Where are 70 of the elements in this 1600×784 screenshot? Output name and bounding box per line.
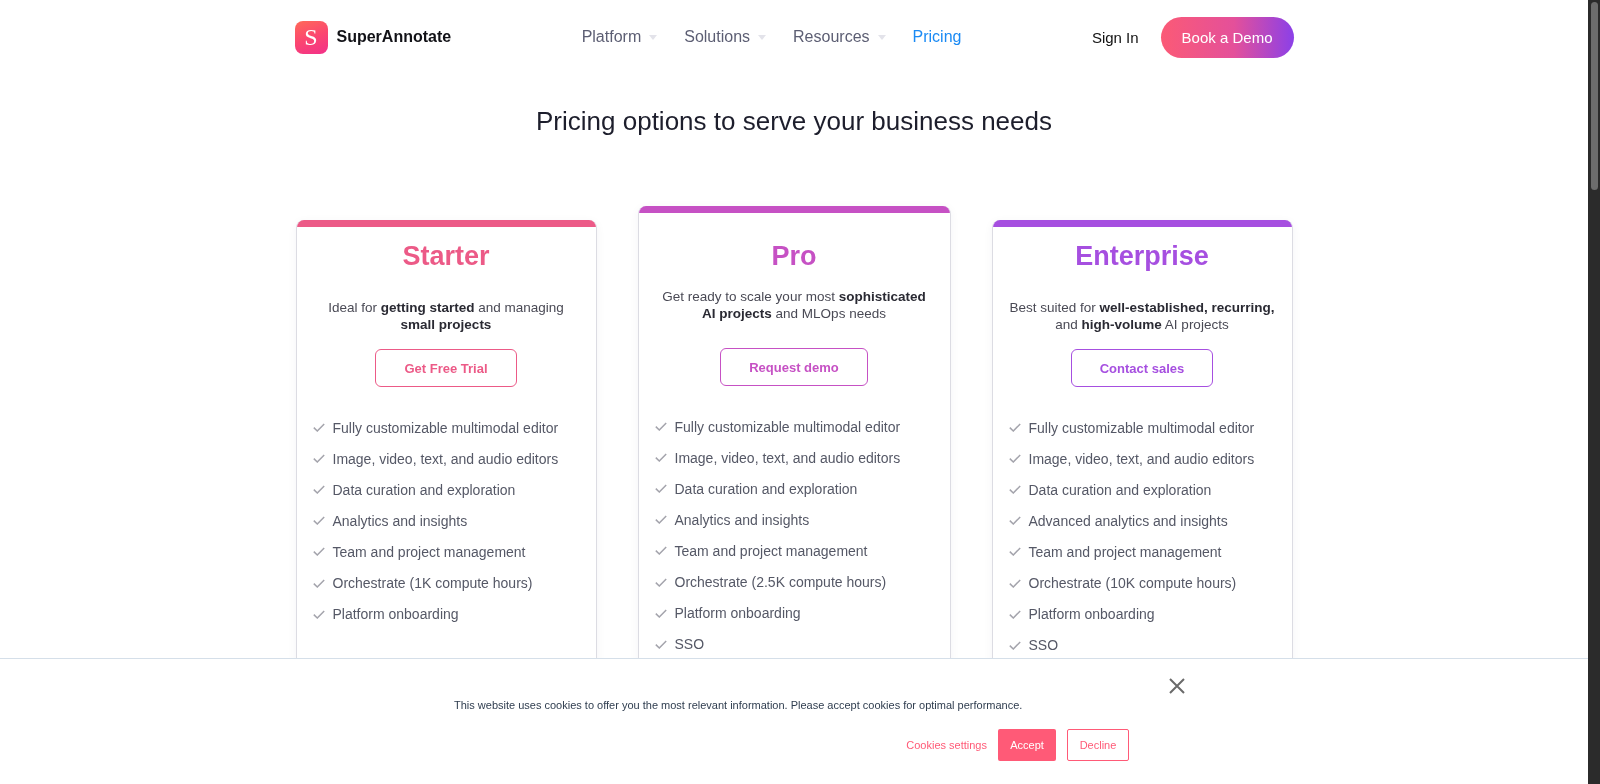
feature-text: Platform onboarding [332, 606, 459, 623]
check-icon [1008, 640, 1021, 650]
feature-text: SSO [674, 636, 705, 653]
nav-link[interactable]: Platform [581, 28, 658, 46]
feature-text: Data curation and exploration [674, 480, 858, 497]
plan-description: Ideal for getting started and managing small projects [327, 299, 565, 333]
check-icon [654, 577, 667, 587]
feature-text: Fully customizable multimodal editor [674, 418, 901, 435]
check-icon [1008, 485, 1021, 495]
check-icon [1008, 578, 1021, 588]
cookie-message: This website uses cookies to offer you the most relevant information. Please accept cookies for optimal performance. [454, 698, 1024, 712]
plan-action-button[interactable]: Contact sales [1070, 349, 1214, 387]
logo-mark: S [294, 20, 328, 54]
check-icon [312, 578, 325, 588]
check-icon [312, 609, 325, 619]
decline-button[interactable]: Decline [1067, 729, 1129, 761]
feature-text: Team and project management [674, 542, 868, 559]
home-link[interactable]: S SuperAnnotate [294, 20, 452, 54]
check-icon [1008, 547, 1021, 557]
feature-text: SSO [1028, 637, 1059, 654]
accept-button[interactable]: Accept [998, 729, 1056, 761]
check-icon [1008, 609, 1021, 619]
nav-link[interactable]: Resources [793, 28, 886, 46]
feature-text: Image, video, text, and audio editors [1028, 450, 1255, 467]
feature-text: Image, video, text, and audio editors [674, 449, 901, 466]
page-heading: Pricing options to serve your business needs [535, 105, 1053, 137]
plan-description: Best suited for well-established, recurring, and high-volume AI projects [1008, 299, 1276, 333]
check-icon [654, 453, 667, 463]
check-icon [312, 547, 325, 557]
feature-text: Data curation and exploration [332, 481, 516, 498]
scrollbar-thumb[interactable] [1591, 2, 1598, 190]
nav-link[interactable]: Solutions [684, 28, 767, 46]
check-icon [1008, 454, 1021, 464]
plan-action-button[interactable]: Request demo [720, 348, 868, 386]
check-icon [312, 454, 325, 464]
feature-text: Analytics and insights [674, 511, 810, 528]
check-icon [654, 515, 667, 525]
plan-name: Enterprise [1074, 240, 1210, 272]
check-icon [312, 423, 325, 433]
check-icon [312, 485, 325, 495]
feature-text: Platform onboarding [1028, 606, 1155, 623]
feature-text: Orchestrate (10K compute hours) [1028, 575, 1237, 591]
check-icon [654, 422, 667, 432]
check-icon [654, 484, 667, 494]
nav-link[interactable]: Pricing [912, 28, 962, 46]
feature-text: Fully customizable multimodal editor [332, 419, 559, 436]
plan-action-button[interactable]: Get Free Trial [375, 349, 517, 387]
feature-text: Advanced analytics and insights [1028, 512, 1228, 529]
sign-in-link[interactable]: Sign In [1091, 28, 1139, 46]
check-icon [654, 608, 667, 618]
feature-text: Image, video, text, and audio editors [332, 450, 559, 467]
feature-text: Orchestrate (1K compute hours) [332, 575, 533, 591]
feature-text: Orchestrate (2.5K compute hours) [674, 574, 887, 590]
feature-text: Analytics and insights [332, 512, 468, 529]
check-icon [1008, 423, 1021, 433]
feature-text: Fully customizable multimodal editor [1028, 419, 1255, 436]
plan-description: Get ready to scale your most sophisticated AI projects and MLOps needs [661, 288, 927, 322]
check-icon [654, 546, 667, 556]
check-icon [312, 516, 325, 526]
feature-text: Team and project management [1028, 543, 1222, 560]
feature-text: Platform onboarding [674, 605, 801, 622]
feature-text: Team and project management [332, 543, 526, 560]
book-demo-button[interactable]: Book a Demo [1160, 16, 1294, 58]
plan-name: Starter [401, 240, 491, 272]
plan-name: Pro [770, 240, 818, 272]
feature-text: Data curation and exploration [1028, 481, 1212, 498]
cookie-settings-link[interactable]: Cookies settings [906, 739, 987, 751]
check-icon [654, 639, 667, 649]
check-icon [1008, 516, 1021, 526]
close-button[interactable] [1169, 678, 1185, 694]
